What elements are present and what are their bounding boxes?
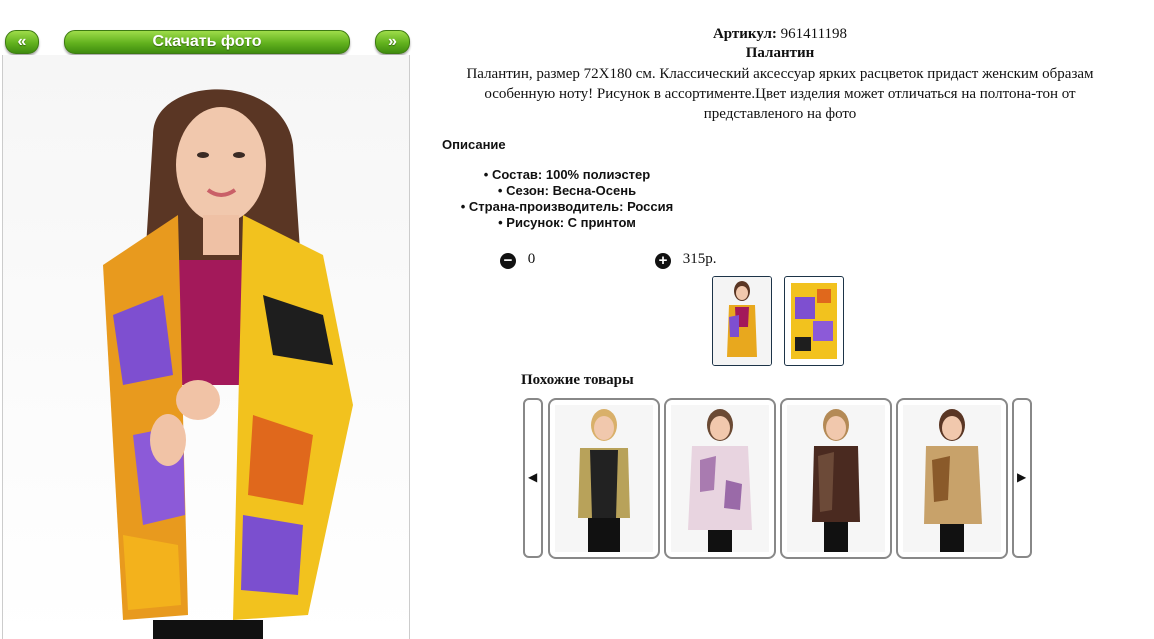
specs-heading: Описание [442,137,506,152]
similar-prev-button[interactable]: ◀ [523,398,543,558]
similar-product-card[interactable] [664,398,776,559]
article-label: Артикул: [712,26,777,42]
skip-forward-icon: ▶ [1017,470,1027,484]
spec-country: Страна-производитель: Россия [442,199,692,215]
article-line: Артикул: 961411198 [440,25,1120,44]
similar-products-title: Похожие товары [521,372,634,388]
plus-icon[interactable]: + [655,253,671,269]
specs-list: Состав: 100% полиэстер Сезон: Весна-Осен… [442,167,692,231]
spec-season: Сезон: Весна-Осень [442,183,692,199]
product-info: Артикул: 961411198 Палантин Палантин, ра… [440,25,1120,124]
download-photo-button[interactable]: Скачать фото [64,30,350,54]
spec-pattern: Рисунок: С принтом [442,215,692,231]
article-value: 961411198 [780,26,848,42]
price-control: + 315р. [655,251,717,269]
thumbnail-model[interactable] [712,276,772,366]
similar-product-card[interactable] [896,398,1008,559]
prev-photo-button[interactable]: « [5,30,39,54]
skip-back-icon: ◀ [528,470,538,484]
similar-product-card[interactable] [780,398,892,559]
product-description: Палантин, размер 72Х180 см. Классический… [466,66,1094,122]
main-product-photo [2,55,410,639]
thumbnail-pattern[interactable] [784,276,844,366]
quantity-value: 0 [527,251,536,267]
minus-icon[interactable]: − [500,253,516,269]
similar-product-card[interactable] [548,398,660,559]
price-value: 315р. [682,251,717,267]
similar-next-button[interactable]: ▶ [1012,398,1032,558]
next-photo-button[interactable]: » [375,30,410,54]
quantity-control: − 0 [500,251,535,269]
product-name: Палантин [745,45,815,61]
spec-composition: Состав: 100% полиэстер [442,167,692,183]
